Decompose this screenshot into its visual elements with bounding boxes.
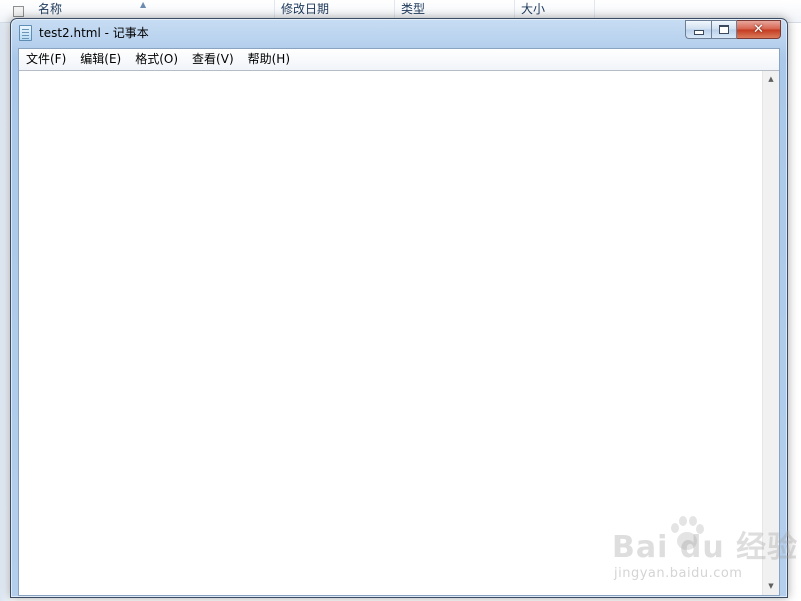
menu-view[interactable]: 查看(V) xyxy=(185,49,241,70)
vertical-scrollbar[interactable]: ▲ ▼ xyxy=(762,71,779,595)
window-title: test2.html - 记事本 xyxy=(39,26,149,40)
title-bar[interactable]: test2.html - 记事本 ✕ xyxy=(11,19,787,47)
menu-help[interactable]: 帮助(H) xyxy=(241,49,297,70)
notepad-client-area: 文件(F) 编辑(E) 格式(O) 查看(V) 帮助(H) ▲ ▼ xyxy=(18,48,780,596)
menu-bar: 文件(F) 编辑(E) 格式(O) 查看(V) 帮助(H) xyxy=(19,49,779,71)
minimize-button[interactable] xyxy=(685,20,711,39)
maximize-icon xyxy=(719,25,729,34)
maximize-button[interactable] xyxy=(711,20,737,39)
menu-file[interactable]: 文件(F) xyxy=(19,49,73,70)
select-all-checkbox[interactable] xyxy=(13,6,24,17)
text-editor-area[interactable] xyxy=(19,71,762,595)
scroll-up-arrow-icon[interactable]: ▲ xyxy=(763,71,779,88)
menu-format[interactable]: 格式(O) xyxy=(128,49,185,70)
notepad-app-icon[interactable] xyxy=(19,25,32,41)
minimize-icon xyxy=(693,30,704,35)
close-button[interactable]: ✕ xyxy=(737,20,781,39)
close-icon: ✕ xyxy=(753,22,764,37)
menu-edit[interactable]: 编辑(E) xyxy=(73,49,128,70)
caption-buttons: ✕ xyxy=(685,20,781,39)
scroll-down-arrow-icon[interactable]: ▼ xyxy=(763,578,779,595)
notepad-window: test2.html - 记事本 ✕ 文件(F) 编辑(E) 格式(O) 查看(… xyxy=(10,18,788,598)
